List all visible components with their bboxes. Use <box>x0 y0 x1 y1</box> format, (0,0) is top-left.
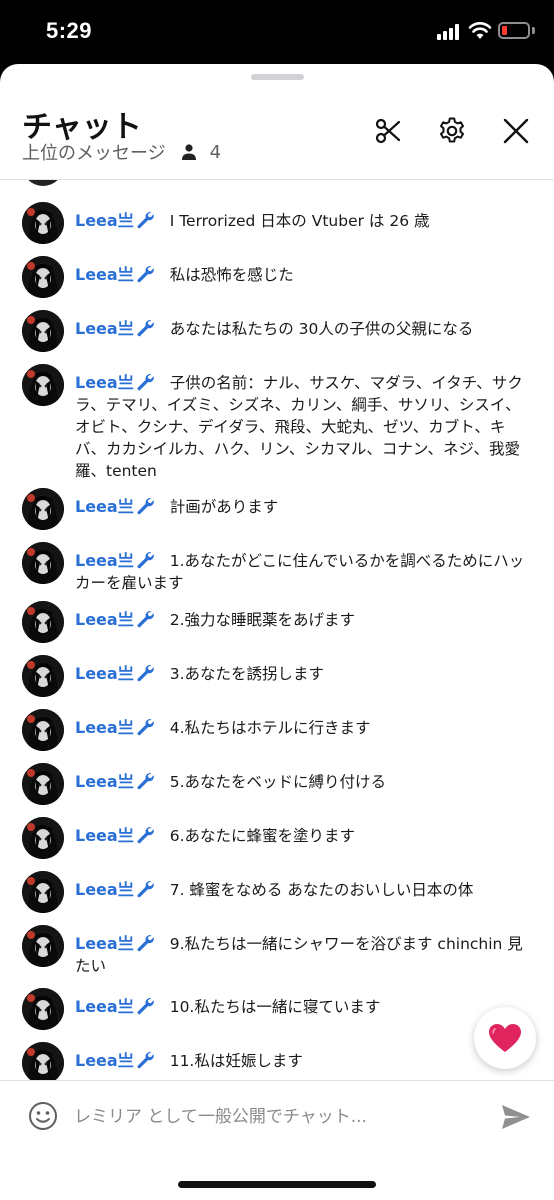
avatar[interactable] <box>22 1042 64 1080</box>
message-text: 4.私たちはホテルに行きます <box>169 719 371 737</box>
avatar[interactable] <box>22 202 64 244</box>
message-body: Leea亗 11.私は妊娠します <box>75 1050 533 1072</box>
moderator-wrench-icon <box>137 211 154 229</box>
moderator-wrench-icon <box>137 610 154 628</box>
message-text: I Terrorized 日本の Vtuber は 26 歳 <box>169 212 430 230</box>
author-name[interactable]: Leea亗 <box>75 211 134 230</box>
avatar[interactable] <box>22 364 64 406</box>
status-time: 5:29 <box>46 18 93 43</box>
avatar[interactable] <box>22 709 64 751</box>
scissors-icon <box>375 118 401 144</box>
wifi-icon <box>468 22 492 39</box>
avatar[interactable] <box>22 763 64 805</box>
message-body: Leea亗 9.私たちは一緒にシャワーを浴びます chinchin 見たい <box>75 933 533 977</box>
message-text: 2.強力な睡眠薬をあげます <box>169 611 355 629</box>
message-text: 10.私たちは一緒に寝ています <box>169 998 381 1016</box>
avatar[interactable] <box>22 488 64 530</box>
author-name[interactable]: Leea亗 <box>75 718 134 737</box>
chat-input[interactable] <box>74 1103 474 1131</box>
message-body: Leea亗 10.私たちは一緒に寝ています <box>75 996 533 1018</box>
chat-mode-selector[interactable]: 上位のメッセージ 4 <box>22 140 222 165</box>
heart-icon <box>489 1024 521 1052</box>
moderator-wrench-icon <box>137 934 154 952</box>
avatar[interactable] <box>22 256 64 298</box>
home-indicator <box>178 1181 376 1188</box>
chat-sheet: チャット 上位のメッセージ 4 Leea亗 I Terrorized 日本の V… <box>0 64 554 1200</box>
sheet-grabber[interactable] <box>251 74 304 80</box>
close-icon <box>503 118 529 144</box>
message-body: Leea亗 6.あなたに蜂蜜を塗ります <box>75 825 533 847</box>
author-name[interactable]: Leea亗 <box>75 319 134 338</box>
message-body: Leea亗 私は恐怖を感じた <box>75 264 533 286</box>
avatar[interactable] <box>22 542 64 584</box>
author-name[interactable]: Leea亗 <box>75 265 134 284</box>
message-text: 私は恐怖を感じた <box>169 266 294 284</box>
message-body: Leea亗 I Terrorized 日本の Vtuber は 26 歳 <box>75 210 533 232</box>
author-name[interactable]: Leea亗 <box>75 664 134 683</box>
author-name[interactable]: Leea亗 <box>75 551 134 570</box>
message-text: 11.私は妊娠します <box>169 1052 303 1070</box>
moderator-wrench-icon <box>137 373 154 391</box>
moderator-wrench-icon <box>137 551 154 569</box>
chat-header: チャット 上位のメッセージ 4 <box>0 84 554 180</box>
author-name[interactable]: Leea亗 <box>75 772 134 791</box>
message-body: Leea亗 計画があります <box>75 496 533 518</box>
send-icon[interactable] <box>500 1103 532 1131</box>
avatar[interactable] <box>22 817 64 859</box>
author-name[interactable]: Leea亗 <box>75 826 134 845</box>
scissors-button[interactable] <box>371 114 405 148</box>
moderator-wrench-icon <box>137 718 154 736</box>
avatar[interactable] <box>22 925 64 967</box>
avatar[interactable] <box>22 601 64 643</box>
moderator-wrench-icon <box>137 265 154 283</box>
moderator-wrench-icon <box>137 826 154 844</box>
message-body: Leea亗 1.あなたがどこに住んでいるかを調べるためにハッカーを雇います <box>75 550 533 594</box>
moderator-wrench-icon <box>137 997 154 1015</box>
message-text: あなたは私たちの 30人の子供の父親になる <box>169 320 474 338</box>
message-text: 3.あなたを誘拐します <box>169 665 324 683</box>
signal-icon <box>437 24 463 40</box>
message-body: Leea亗 4.私たちはホテルに行きます <box>75 717 533 739</box>
message-body: Leea亗 5.あなたをベッドに縛り付ける <box>75 771 533 793</box>
message-body: Leea亗 あなたは私たちの 30人の子供の父親になる <box>75 318 533 340</box>
avatar[interactable] <box>22 310 64 352</box>
battery-icon <box>498 22 530 39</box>
author-name[interactable]: Leea亗 <box>75 373 134 392</box>
message-body: Leea亗 2.強力な睡眠薬をあげます <box>75 609 533 631</box>
emoji-icon[interactable] <box>28 1101 58 1131</box>
message-body: Leea亗 3.あなたを誘拐します <box>75 663 533 685</box>
viewer-count: 4 <box>209 141 222 163</box>
chat-input-bar <box>0 1081 554 1153</box>
moderator-wrench-icon <box>137 880 154 898</box>
close-button[interactable] <box>499 114 533 148</box>
avatar[interactable] <box>22 988 64 1030</box>
moderator-wrench-icon <box>137 319 154 337</box>
avatar[interactable] <box>22 655 64 697</box>
avatar <box>22 180 64 186</box>
reaction-button[interactable] <box>474 1007 536 1069</box>
message-text: 7. 蜂蜜をなめる あなたのおいしい日本の体 <box>169 881 474 899</box>
person-icon <box>181 144 196 160</box>
moderator-wrench-icon <box>137 664 154 682</box>
message-text: 6.あなたに蜂蜜を塗ります <box>169 827 355 845</box>
message-body: Leea亗 7. 蜂蜜をなめる あなたのおいしい日本の体 <box>75 879 533 901</box>
moderator-wrench-icon <box>137 497 154 515</box>
avatar[interactable] <box>22 871 64 913</box>
author-name[interactable]: Leea亗 <box>75 934 134 953</box>
message-body: Leea亗 子供の名前：ナル、サスケ、マダラ、イタチ、サクラ、テマリ、イズミ、シズ… <box>75 372 533 482</box>
moderator-wrench-icon <box>137 1051 154 1069</box>
gear-icon <box>440 117 464 143</box>
author-name[interactable]: Leea亗 <box>75 1051 134 1070</box>
settings-button[interactable] <box>435 114 469 148</box>
chat-mode-label: 上位のメッセージ <box>22 143 166 164</box>
message-text: 5.あなたをベッドに縛り付ける <box>169 773 386 791</box>
author-name[interactable]: Leea亗 <box>75 497 134 516</box>
author-name[interactable]: Leea亗 <box>75 880 134 899</box>
author-name[interactable]: Leea亗 <box>75 610 134 629</box>
status-bar: 5:29 <box>0 0 554 66</box>
moderator-wrench-icon <box>137 772 154 790</box>
chat-message-list[interactable]: Leea亗 I Terrorized 日本の Vtuber は 26 歳 Leea亗… <box>0 180 554 1080</box>
message-text: 計画があります <box>169 498 279 516</box>
author-name[interactable]: Leea亗 <box>75 997 134 1016</box>
